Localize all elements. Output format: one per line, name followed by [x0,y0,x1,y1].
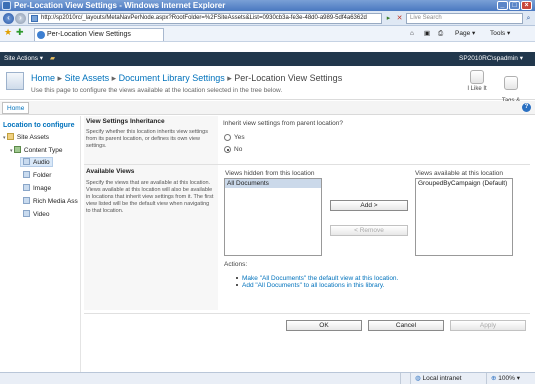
security-zone: ◍ Local intranet [410,373,486,384]
inherit-section-description: Specify whether this location inherits v… [86,129,208,149]
sharepoint-ribbon-bar: Site Actions ▾ ▰ SP2010RC\spadmin ▾ [0,52,535,66]
inherit-section-title: View Settings Inheritance [86,118,165,125]
cancel-button[interactable]: Cancel [368,320,444,331]
minimize-button[interactable]: _ [497,1,508,10]
folder-ct-icon [23,171,30,178]
help-icon[interactable]: ? [522,103,531,112]
audio-icon [23,158,30,165]
views-section-description: Specify the views that are available at … [86,180,214,214]
print-icon[interactable]: ⎙ [438,29,443,39]
site-logo-icon [6,72,24,90]
remove-view-button[interactable]: < Remove [330,225,408,236]
forward-button[interactable]: › [15,13,26,24]
i-like-it-button[interactable]: I Like It [460,70,494,92]
back-button[interactable]: ‹ [3,13,14,24]
globe-icon: ◍ [415,375,421,382]
tab-per-location-view-settings[interactable]: Per-Location View Settings [34,28,164,41]
window-title-bar: Per-Location View Settings - Windows Int… [0,0,535,11]
tree-node-audio[interactable]: Audio [20,157,53,167]
add-favorite-icon[interactable]: ✚ [16,27,24,37]
available-views-label: Views available at this location [415,170,504,177]
ok-button[interactable]: OK [286,320,362,331]
inherit-no-radio[interactable] [224,146,231,153]
tree-node-video[interactable]: Video [23,210,50,218]
tree-node-content-type[interactable]: ▾ Content Type [10,146,62,154]
page-description: Use this page to configure the views ava… [31,87,283,94]
location-tree: Location to configure ▾ Site Assets ▾ Co… [0,116,80,372]
available-view-item[interactable]: GroupedByCampaign (Default) [416,179,512,188]
page-icon [31,15,38,22]
tree-heading: Location to configure [3,122,75,129]
video-icon [23,210,30,217]
tag-icon [504,76,518,90]
breadcrumb-site-assets[interactable]: Site Assets [65,73,110,83]
inherit-question: Inherit view settings from parent locati… [223,120,343,127]
quick-launch-bar: Home ? [0,101,535,115]
add-view-button[interactable]: Add > [330,200,408,211]
tree-node-image[interactable]: Image [23,184,51,192]
inherit-no-label: No [234,146,243,153]
maximize-button[interactable]: □ [509,1,520,10]
tree-node-rich-media[interactable]: Rich Media Ass [23,197,78,205]
search-icon[interactable]: ⌕ [524,14,533,23]
content-type-icon [13,146,21,153]
thumbs-up-icon [470,70,484,84]
go-icon[interactable]: ▸ [384,14,393,23]
footer-divider [84,313,530,314]
tree-node-folder[interactable]: Folder [23,171,51,179]
feeds-icon[interactable]: ▣ [424,29,430,39]
page-title: Per-Location View Settings [234,73,343,83]
actions-label: Actions: [224,261,248,268]
breadcrumb: Home ▸ Site Assets ▸ Document Library Se… [31,73,343,83]
home-toolbar-icon[interactable]: ⌂ [410,29,414,39]
zoom-control[interactable]: ⊕ 100% ▾ [486,373,535,384]
breadcrumb-home[interactable]: Home [31,73,55,83]
tree-node-site-assets[interactable]: ▾ Site Assets [3,133,49,141]
home-link[interactable]: Home [2,102,30,114]
window-title: Per-Location View Settings - Windows Int… [14,1,226,10]
make-default-view-link[interactable]: Make "All Documents" the default view at… [236,275,398,282]
folder-icon [6,133,14,140]
hidden-view-item[interactable]: All Documents [225,179,321,188]
hidden-views-list[interactable]: All Documents [224,178,322,256]
search-input[interactable]: Live Search [406,13,523,24]
stop-icon[interactable]: ✕ [395,14,404,23]
site-header: Home ▸ Site Assets ▸ Document Library Se… [0,66,535,110]
url-field[interactable]: http://sp2010rc/_layouts/MetaNavPerNode.… [28,13,382,24]
hidden-views-label: Views hidden from this location [225,170,315,177]
site-actions-menu[interactable]: Site Actions ▾ [4,52,43,66]
navigate-up-icon[interactable]: ▰ [50,52,55,66]
add-to-all-locations-link[interactable]: Add "All Documents" to all locations in … [236,282,385,289]
status-bar: ◍ Local intranet ⊕ 100% ▾ [0,372,535,384]
tools-menu[interactable]: Tools ▾ [490,29,510,39]
available-views-list[interactable]: GroupedByCampaign (Default) [415,178,513,256]
close-window-button[interactable]: × [521,1,532,10]
inherit-yes-radio[interactable] [224,134,231,141]
address-bar: ‹ › http://sp2010rc/_layouts/MetaNavPerN… [0,11,535,26]
ie-icon [2,1,11,10]
url-text: http://sp2010rc/_layouts/MetaNavPerNode.… [41,15,367,21]
inherit-yes-label: Yes [234,134,245,141]
page-menu[interactable]: Page ▾ [455,29,475,39]
zoom-icon: ⊕ [491,375,497,382]
favorites-star-icon[interactable]: ★ [4,27,12,37]
user-menu[interactable]: SP2010RC\spadmin ▾ [459,52,523,66]
views-section-title: Available Views [86,168,135,175]
tab-ie-icon [37,31,45,39]
settings-panel: View Settings Inheritance Specify whethe… [80,116,535,372]
breadcrumb-doc-lib-settings[interactable]: Document Library Settings [119,73,225,83]
tab-bar: ★ ✚ Per-Location View Settings ⌂ ▣ ⎙ Pag… [0,26,535,42]
image-icon [23,184,30,191]
rich-media-icon [23,197,30,204]
apply-button[interactable]: Apply [450,320,526,331]
